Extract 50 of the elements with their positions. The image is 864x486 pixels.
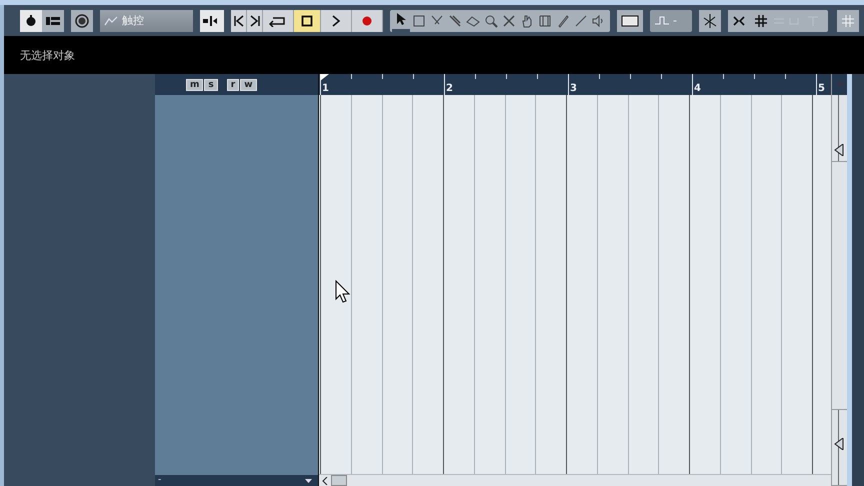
glue-icon <box>448 14 462 28</box>
record-icon <box>361 14 373 26</box>
stop-button[interactable] <box>294 10 321 32</box>
skip-back-icon <box>232 14 244 26</box>
eraser-icon <box>466 14 480 28</box>
zoom-slider[interactable] <box>832 95 847 162</box>
curve-icon <box>104 16 118 26</box>
bar-number: 2 <box>446 83 453 95</box>
bar-number: 4 <box>694 83 701 95</box>
track-header-toggle[interactable]: w <box>240 78 257 90</box>
start-button[interactable] <box>231 10 247 32</box>
grid-icon[interactable] <box>837 10 859 32</box>
rectangle-icon[interactable] <box>617 10 643 32</box>
horizontal-scrollbar[interactable] <box>319 474 831 486</box>
pencil-icon <box>556 14 570 28</box>
play-icon <box>330 14 342 26</box>
hand-icon <box>520 14 534 28</box>
square-icon <box>412 14 426 28</box>
ruler[interactable]: 1 2 3 4 5 <box>319 74 831 95</box>
cross-icon <box>502 14 516 28</box>
insert-icon[interactable] <box>200 10 224 32</box>
end-button[interactable] <box>247 10 263 32</box>
stop-icon <box>301 14 313 26</box>
caret-icon[interactable] <box>305 478 312 482</box>
scroll-thumb[interactable] <box>331 475 347 486</box>
line-icon <box>574 14 588 28</box>
zoom-slider[interactable] <box>832 410 847 486</box>
magnifier-icon <box>484 14 498 28</box>
zoom-thumb[interactable] <box>834 144 844 156</box>
bar-number: 1 <box>322 83 329 95</box>
skip-forward-icon <box>248 14 260 26</box>
bars-icon <box>538 14 552 28</box>
snap-curve-icon[interactable] <box>699 10 721 32</box>
mouse-cursor-icon <box>335 280 351 304</box>
footer-label: - <box>158 476 162 485</box>
track-header-toggle[interactable]: s <box>204 78 218 90</box>
power-icon[interactable] <box>20 10 42 32</box>
cycle-icon <box>269 14 287 26</box>
bar-number: 3 <box>570 83 577 95</box>
record-button[interactable] <box>352 10 383 32</box>
play-button[interactable] <box>321 10 352 32</box>
pointer-icon <box>394 12 408 26</box>
track-header-toggle[interactable]: r <box>226 78 240 90</box>
bar-number: 5 <box>818 83 825 95</box>
step-wave-icon <box>655 14 669 26</box>
clock-icon[interactable] <box>71 10 93 32</box>
track-header-toggle[interactable]: m <box>186 78 204 90</box>
zoom-thumb[interactable] <box>834 438 844 450</box>
info-line-text: 无选择对象 <box>20 48 75 62</box>
cycle-button[interactable] <box>263 10 294 32</box>
